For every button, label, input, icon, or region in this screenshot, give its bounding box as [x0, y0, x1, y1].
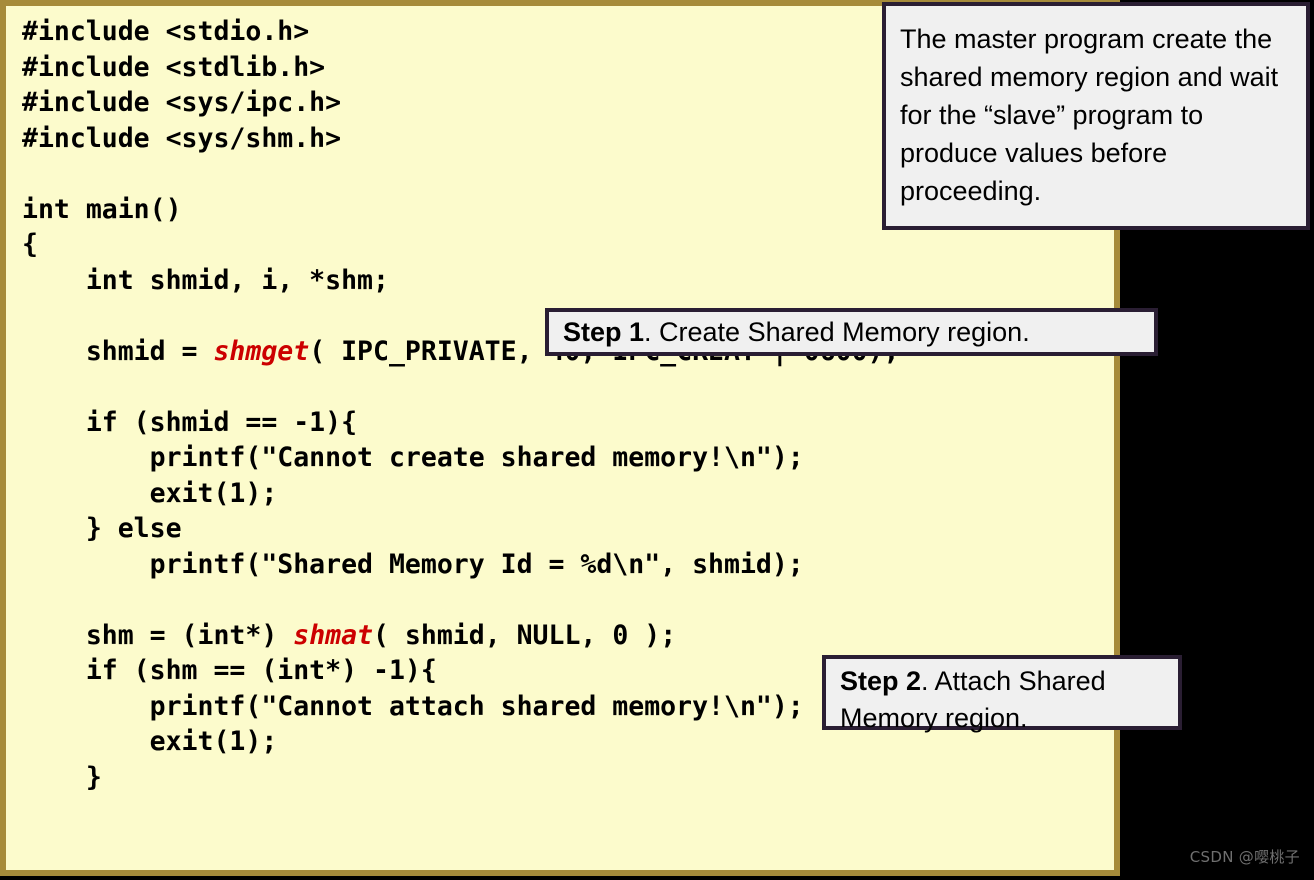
code-text: shm = (int*) — [22, 619, 294, 651]
callout-step-1-body: Step 1. Create Shared Memory region. — [563, 317, 1030, 347]
callout-step-1-label: Step 1 — [563, 317, 645, 347]
code-line: } else — [22, 513, 182, 544]
callout-step-2: Step 2. Attach Shared Memory region. — [822, 655, 1182, 733]
code-text: shmid = — [22, 335, 214, 367]
callout-step-1-text: . Create Shared Memory region. — [644, 317, 1030, 347]
callout-master-description: The master program create the shared mem… — [882, 2, 1310, 230]
slide-canvas: #include <stdio.h> #include <stdlib.h> #in… — [0, 0, 1314, 880]
code-line: printf("Shared Memory Id = %d\n", shmid)… — [22, 548, 804, 580]
callout-step-2-label: Step 2 — [840, 666, 922, 696]
highlighted-function-name: shmget — [213, 335, 310, 367]
code-line: if (shmid == -1){ — [22, 406, 358, 438]
code-text: ( shmid, NULL, 0 ); — [373, 619, 677, 651]
callout-step-1: Step 1. Create Shared Memory region. — [545, 308, 1158, 356]
code-line: { — [22, 229, 38, 260]
callout-step-2-body: Step 2. Attach Shared Memory region. — [840, 666, 1106, 733]
highlighted-function-name: shmat — [293, 619, 374, 651]
code-line: shm = (int*) shmat( shmid, NULL, 0 ); — [22, 618, 1108, 654]
code-line: printf("Cannot create shared memory!\n")… — [22, 442, 804, 473]
callout-master-text: The master program create the shared mem… — [900, 24, 1279, 206]
csdn-watermark: CSDN @嘤桃子 — [1189, 848, 1300, 866]
code-line: int shmid, i, *shm; — [22, 264, 389, 296]
code-line: exit(1); — [22, 477, 278, 509]
code-line: } — [22, 761, 102, 793]
